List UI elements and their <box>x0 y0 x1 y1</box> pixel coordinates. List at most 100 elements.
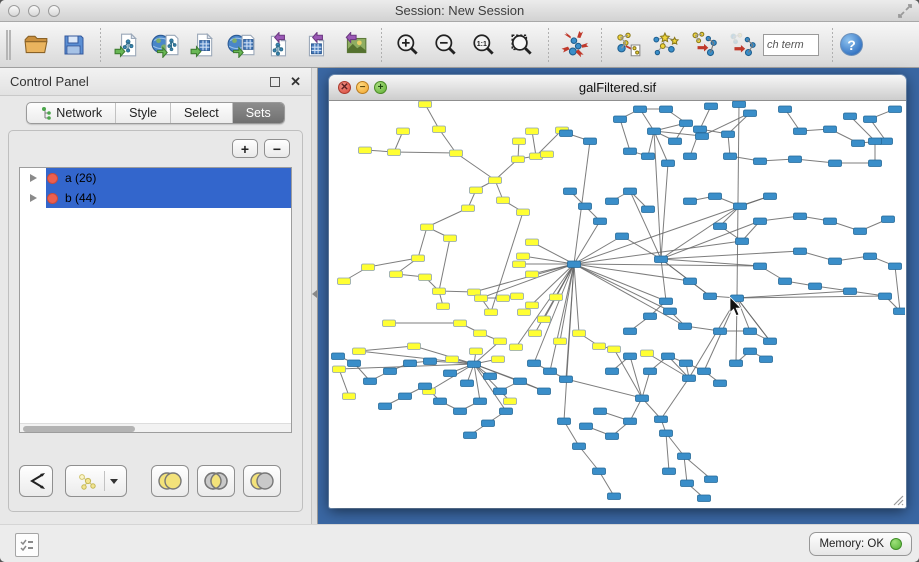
panel-splitter[interactable] <box>311 68 318 524</box>
graph-node <box>714 223 727 230</box>
union-button[interactable] <box>151 465 189 497</box>
import-table-file-button[interactable] <box>184 27 222 63</box>
tab-style[interactable]: Style <box>116 103 171 123</box>
main-area: Control Panel ✕ Network Style Select Set… <box>0 68 919 524</box>
apply-layout-button[interactable] <box>556 27 594 63</box>
set-label: b (44) <box>65 191 96 205</box>
graph-node <box>730 360 743 367</box>
export-table-button[interactable] <box>298 27 336 63</box>
first-neighbors-button[interactable] <box>647 27 685 63</box>
graph-node <box>573 330 586 337</box>
toolbar-drag-handle[interactable] <box>6 30 11 60</box>
zoom-in-button[interactable] <box>389 27 427 63</box>
add-set-button[interactable]: + <box>232 139 258 158</box>
tab-network[interactable]: Network <box>27 103 116 123</box>
graph-node <box>882 216 895 223</box>
zoom-out-button[interactable] <box>427 27 465 63</box>
open-session-button[interactable] <box>17 27 55 63</box>
close-panel-icon[interactable]: ✕ <box>290 75 301 88</box>
difference-button[interactable] <box>243 465 281 497</box>
graph-node <box>709 193 722 200</box>
graph-node <box>662 353 675 360</box>
network-canvas[interactable] <box>330 101 905 507</box>
maximize-network-button[interactable]: + <box>374 81 387 94</box>
graph-node <box>694 126 707 133</box>
graph-node <box>624 148 637 155</box>
collapse-arrow-icon[interactable] <box>312 290 317 298</box>
graph-node <box>494 388 507 395</box>
intersection-button[interactable] <box>197 465 235 497</box>
graph-node <box>343 393 356 400</box>
toolbar-separator <box>548 28 549 62</box>
graph-node <box>754 158 767 165</box>
graph-node <box>359 147 372 154</box>
graph-node <box>494 338 507 345</box>
disclosure-triangle-icon[interactable] <box>30 174 37 182</box>
graph-node <box>744 348 757 355</box>
graph-node <box>705 476 718 483</box>
disclosure-triangle-icon[interactable] <box>30 194 37 202</box>
graph-node <box>526 302 539 309</box>
sets-panel: + − a (26) b (44) <box>8 130 303 512</box>
tab-sets[interactable]: Sets <box>233 103 284 123</box>
graph-node <box>705 103 718 110</box>
hide-selection-button[interactable] <box>685 27 723 63</box>
close-network-button[interactable]: ✕ <box>338 81 351 94</box>
fullscreen-icon[interactable] <box>897 3 913 19</box>
graph-node <box>714 328 727 335</box>
network-window[interactable]: ✕ − + galFiltered.sif <box>329 75 906 508</box>
import-network-file-button[interactable] <box>108 27 146 63</box>
graph-node <box>655 416 668 423</box>
graph-node <box>584 138 597 145</box>
export-image-button[interactable] <box>336 27 374 63</box>
import-network-web-button[interactable] <box>146 27 184 63</box>
zoom-selected-region-button[interactable] <box>503 27 541 63</box>
graph-node <box>764 338 777 345</box>
remove-set-button[interactable]: − <box>264 139 290 158</box>
graph-node <box>538 388 551 395</box>
tab-select[interactable]: Select <box>171 103 233 123</box>
export-network-button[interactable] <box>260 27 298 63</box>
sets-list[interactable]: a (26) b (44) <box>19 167 292 433</box>
graph-node <box>636 395 649 402</box>
graph-node <box>560 130 573 137</box>
graph-node <box>593 468 606 475</box>
graph-node <box>678 453 691 460</box>
minimize-network-button[interactable]: − <box>356 81 369 94</box>
graph-node <box>889 106 902 113</box>
task-history-button[interactable] <box>15 533 39 557</box>
search-input[interactable] <box>763 34 819 56</box>
graph-node <box>482 420 495 427</box>
task-list-icon <box>20 539 34 551</box>
memory-status-label: Memory: OK <box>819 538 884 550</box>
help-button[interactable]: ? <box>840 33 863 56</box>
graph-node <box>642 153 655 160</box>
split-sets-button[interactable] <box>19 465 53 497</box>
graph-node <box>517 209 530 216</box>
set-row-a[interactable]: a (26) <box>20 168 291 188</box>
save-session-button[interactable] <box>55 27 93 63</box>
graph-node <box>450 150 463 157</box>
new-network-from-selection-button[interactable] <box>609 27 647 63</box>
graph-node <box>606 198 619 205</box>
horizontal-scrollbar[interactable] <box>20 423 291 432</box>
graph-node <box>475 295 488 302</box>
hide-selection-icon <box>690 31 718 59</box>
show-all-button[interactable] <box>723 27 761 63</box>
help-icon: ? <box>847 37 856 53</box>
zoom-1-1-button[interactable]: 1:1 <box>465 27 503 63</box>
graph-node <box>538 316 551 323</box>
import-table-web-button[interactable] <box>222 27 260 63</box>
float-panel-icon[interactable] <box>270 77 280 87</box>
network-window-titlebar[interactable]: ✕ − + galFiltered.sif <box>329 75 906 101</box>
zoom-selected-region-icon <box>509 32 535 58</box>
graph-node <box>497 295 510 302</box>
set-color-dot <box>47 173 58 184</box>
create-set-from-network-button[interactable] <box>65 465 127 497</box>
resize-grip-icon[interactable] <box>890 492 904 506</box>
memory-status-button[interactable]: Memory: OK <box>809 532 912 556</box>
graph-node <box>464 432 477 439</box>
network-canvas-svg[interactable] <box>330 101 905 507</box>
set-row-b[interactable]: b (44) <box>20 188 291 208</box>
scrollbar-thumb[interactable] <box>23 426 135 432</box>
